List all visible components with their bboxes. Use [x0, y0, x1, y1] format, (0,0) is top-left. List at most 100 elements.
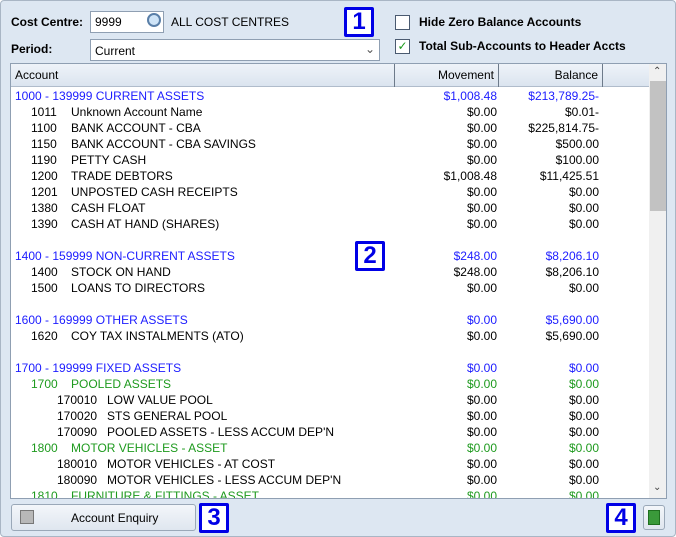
cost-centre-label: Cost Centre:: [11, 15, 84, 29]
balance-value: $11,425.51: [539, 169, 599, 183]
movement-value: $0.00: [466, 185, 497, 199]
search-icon[interactable]: [147, 13, 161, 27]
movement-value: $0.00: [466, 457, 497, 471]
hide-zero-label: Hide Zero Balance Accounts: [419, 15, 582, 29]
account-name: CASH FLOAT: [71, 201, 146, 215]
balance-value: $0.00: [568, 425, 599, 439]
table-row[interactable]: 1200 TRADE DEBTORS $1,008.48 $11,425.51: [11, 168, 603, 184]
movement-value: $0.00: [466, 201, 497, 215]
account-name: BANK ACCOUNT - CBA SAVINGS: [71, 137, 256, 151]
column-movement[interactable]: Movement: [395, 64, 499, 87]
account-code: 1100: [31, 121, 57, 135]
account-code: 1380: [31, 201, 58, 215]
account-name: MOTOR VEHICLES - AT COST: [107, 457, 276, 471]
movement-value: $0.00: [466, 441, 497, 455]
scroll-down-icon[interactable]: ⌄: [653, 482, 661, 493]
scroll-up-icon[interactable]: ⌃: [653, 66, 661, 77]
account-name: UNPOSTED CASH RECEIPTS: [71, 185, 238, 199]
balance-value: $0.00: [568, 473, 599, 487]
account-code: 1390: [31, 217, 58, 231]
balance-value: $0.00: [568, 393, 599, 407]
account-name: Unknown Account Name: [71, 105, 203, 119]
movement-value: $0.00: [466, 153, 497, 167]
table-row[interactable]: 1620 COY TAX INSTALMENTS (ATO) $0.00 $5,690…: [11, 328, 603, 344]
account-name: LOW VALUE POOL: [107, 393, 213, 407]
table-row[interactable]: 1600 - 169999 OTHER ASSETS $0.00 $5,690.00: [11, 312, 603, 328]
table-row[interactable]: 1700 POOLED ASSETS $0.00 $0.00: [11, 376, 603, 392]
table-row[interactable]: 170090 POOLED ASSETS - LESS ACCUM DEP'N $0…: [11, 424, 603, 440]
table-row[interactable]: 1400 STOCK ON HAND $248.00 $8,206.10: [11, 264, 603, 280]
movement-value: $0.00: [466, 393, 497, 407]
period-select[interactable]: Current ⌄: [90, 39, 380, 61]
movement-value: $0.00: [466, 409, 497, 423]
movement-value: $0.00: [466, 361, 497, 375]
account-name: 1400 - 159999 NON-CURRENT ASSETS: [15, 249, 235, 263]
account-code: 1700: [31, 377, 58, 391]
account-name: POOLED ASSETS - LESS ACCUM DEP'N: [107, 425, 335, 439]
account-code: 1150: [31, 137, 57, 151]
table-row[interactable]: 1150 BANK ACCOUNT - CBA SAVINGS $0.00 $500.…: [11, 136, 603, 152]
balance-value: $0.00: [568, 361, 599, 375]
table-row[interactable]: 1011 Unknown Account Name $0.00 $0.01-: [11, 104, 603, 120]
balance-value: $0.00: [568, 409, 599, 423]
export-excel-button[interactable]: [643, 505, 665, 530]
table-row[interactable]: 1201 UNPOSTED CASH RECEIPTS $0.00 $0.00: [11, 184, 603, 200]
table-row[interactable]: 1190 PETTY CASH $0.00 $100.00: [11, 152, 603, 168]
hide-zero-checkbox[interactable]: [395, 15, 410, 30]
blank-row: [11, 232, 603, 248]
balance-value: $0.00: [568, 441, 599, 455]
period-label: Period:: [11, 42, 53, 56]
table-row[interactable]: 1400 - 159999 NON-CURRENT ASSETS $248.00 $…: [11, 248, 603, 264]
movement-value: $0.00: [466, 489, 497, 499]
account-code: 170020: [57, 409, 98, 423]
balance-value: $0.00: [568, 457, 599, 471]
account-name: COY TAX INSTALMENTS (ATO): [71, 329, 244, 343]
balance-value: $8,206.10: [545, 265, 599, 279]
column-account[interactable]: Account: [11, 64, 395, 87]
account-code: 180090: [57, 473, 98, 487]
movement-value: $0.00: [466, 313, 497, 327]
table-row[interactable]: 1810 FURNITURE & FITTINGS - ASSET $0.00 $0.…: [11, 488, 603, 499]
table-row[interactable]: 170020 STS GENERAL POOL $0.00 $0.00: [11, 408, 603, 424]
table-row[interactable]: 1500 LOANS TO DIRECTORS $0.00 $0.00: [11, 280, 603, 296]
account-enquiry-button[interactable]: Account Enquiry: [11, 504, 196, 531]
column-balance[interactable]: Balance: [499, 64, 603, 87]
balance-value: $500.00: [555, 137, 599, 151]
account-name: MOTOR VEHICLES - ASSET: [71, 441, 228, 455]
table-row[interactable]: 180010 MOTOR VEHICLES - AT COST $0.00 $0.00: [11, 456, 603, 472]
cost-centre-name: ALL COST CENTRES: [171, 15, 290, 29]
movement-value: $0.00: [466, 121, 497, 135]
table-row[interactable]: 1000 - 139999 CURRENT ASSETS $1,008.48 $21…: [11, 88, 603, 104]
badge-1: 1: [344, 7, 374, 37]
blank-row: [11, 296, 603, 312]
balance-value: $5,690.00: [545, 329, 599, 343]
vertical-scrollbar[interactable]: ⌃ ⌄: [649, 64, 666, 498]
movement-value: $0.00: [466, 137, 497, 151]
movement-value: $0.00: [466, 473, 497, 487]
scroll-thumb[interactable]: [650, 81, 666, 211]
account-name: POOLED ASSETS: [71, 377, 172, 391]
movement-value: $0.00: [466, 105, 497, 119]
cost-centre-input[interactable]: 9999: [90, 11, 164, 33]
table-row[interactable]: 1700 - 199999 FIXED ASSETS $0.00 $0.00: [11, 360, 603, 376]
movement-value: $248.00: [453, 249, 497, 263]
table-row[interactable]: 170010 LOW VALUE POOL $0.00 $0.00: [11, 392, 603, 408]
total-sub-label: Total Sub-Accounts to Header Accts: [419, 39, 626, 53]
account-code: 180010: [57, 457, 98, 471]
table-row[interactable]: 1390 CASH AT HAND (SHARES) $0.00 $0.00: [11, 216, 603, 232]
table-row[interactable]: 1800 MOTOR VEHICLES - ASSET $0.00 $0.00: [11, 440, 603, 456]
table-row[interactable]: 1380 CASH FLOAT $0.00 $0.00: [11, 200, 603, 216]
total-sub-checkbox[interactable]: ✓: [395, 39, 410, 54]
table-row[interactable]: 180090 MOTOR VEHICLES - LESS ACCUM DEP'N $…: [11, 472, 603, 488]
balance-value: $213,789.25-: [528, 89, 599, 103]
balance-value: $0.01-: [564, 105, 599, 119]
badge-3: 3: [199, 503, 229, 533]
account-name: BANK ACCOUNT - CBA: [71, 121, 201, 135]
cost-centre-value: 9999: [95, 15, 122, 29]
account-code: 170010: [57, 393, 98, 407]
trial-balance-window: Cost Centre: 9999 ALL COST CENTRES 1 Hid…: [0, 0, 676, 537]
table-row[interactable]: 1100 BANK ACCOUNT - CBA $0.00 $225,814.75-: [11, 120, 603, 136]
movement-value: $0.00: [466, 217, 497, 231]
account-name: TRADE DEBTORS: [71, 169, 173, 183]
badge-4: 4: [606, 503, 636, 533]
